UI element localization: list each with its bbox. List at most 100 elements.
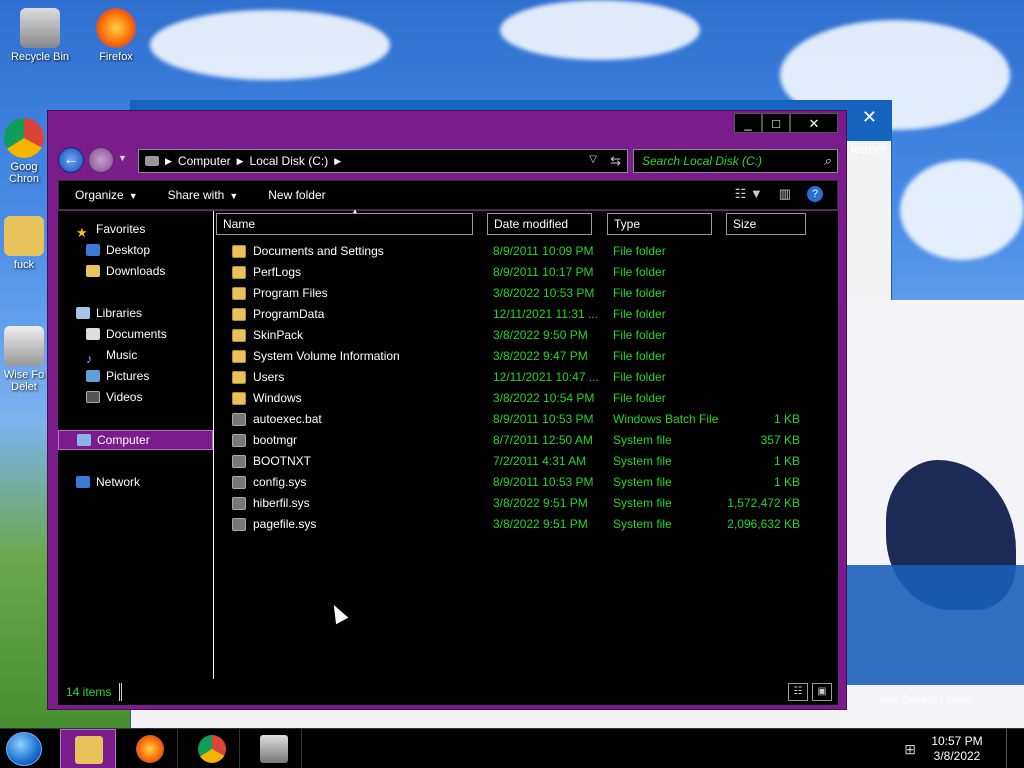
background-window-title: leaner [850,141,887,156]
file-name: hiberfil.sys [253,496,310,510]
nav-label: Downloads [106,264,166,278]
desktop-icon-firefox[interactable]: Firefox [84,8,148,63]
desktop-icon-label: Goog Chron [9,161,39,185]
close-icon[interactable]: ✕ [862,107,877,128]
organize-button[interactable]: Organize ▼ [75,188,138,202]
table-row[interactable]: PerfLogs 8/9/2011 10:17 PM File folder [216,262,838,283]
nav-pictures[interactable]: Pictures [86,366,149,386]
start-button[interactable] [6,732,42,766]
nav-downloads[interactable]: Downloads [86,261,165,281]
taskbar-chrome[interactable] [184,729,240,768]
nav-music[interactable]: ♪ Music [86,345,138,366]
desktop-icon-label: Firefox [99,51,133,63]
navigation-pane[interactable]: ★ Favorites Desktop Downloads Libraries D… [58,211,214,679]
large-icons-view-icon[interactable]: ▣ [812,683,832,701]
file-list[interactable]: ▲ Name Date modified Type Size Documents… [216,207,838,679]
file-name: config.sys [253,475,307,489]
table-row[interactable]: Windows 3/8/2022 10:54 PM File folder [216,388,838,409]
breadcrumb-arrow-icon[interactable]: ▶ [334,156,341,167]
nav-videos[interactable]: Videos [86,387,142,407]
taskbar-firefox[interactable] [122,729,178,768]
nav-label: Music [106,348,138,362]
search-box[interactable]: ⌕ [633,149,838,173]
table-row[interactable]: pagefile.sys 3/8/2022 9:51 PM System file 2… [216,514,838,535]
breadcrumb-arrow-icon[interactable]: ▶ [165,156,172,167]
minimize-button[interactable]: _ [734,113,762,133]
file-name: autoexec.bat [253,412,322,426]
file-name: PerfLogs [253,265,302,279]
recycle-icon [260,735,288,763]
desktop-icon-recycle-bin[interactable]: Recycle Bin [8,8,72,63]
table-row[interactable]: System Volume Information 3/8/2022 9:47 P… [216,346,838,367]
cloud [150,10,390,80]
nav-favorites[interactable]: ★ Favorites [76,219,145,240]
close-button[interactable]: ✕ [790,113,838,133]
details-view-icon[interactable]: ☷ [788,683,808,701]
file-icon [232,455,246,468]
folder-icon [232,266,246,279]
table-row[interactable]: bootmgr 8/7/2011 12:50 AM System file 357 K… [216,430,838,451]
preview-pane-icon[interactable]: ▥ [779,186,791,202]
forward-button[interactable] [88,147,114,173]
recycle-bin-icon [20,8,60,48]
table-row[interactable]: BOOTNXT 7/2/2011 4:31 AM System file 1 KB [216,451,838,472]
file-name: System Volume Information [253,349,400,363]
nav-network[interactable]: Network [76,472,140,492]
breadcrumb-local-disk[interactable]: Local Disk (C:) [250,154,329,168]
column-header-name[interactable]: Name [216,213,473,235]
network-tray-icon[interactable]: ⊞ [904,741,916,758]
nav-libraries[interactable]: Libraries [76,303,142,323]
change-view-icon[interactable]: ☷ ▼ [735,186,763,202]
music-icon: ♪ [86,351,93,366]
desktop-icon-chrome[interactable]: Goog Chron [0,118,48,185]
table-row[interactable]: SkinPack 3/8/2022 9:50 PM File folder [216,325,838,346]
table-row[interactable]: autoexec.bat 8/9/2011 10:53 PM Windows Bat… [216,409,838,430]
table-row[interactable]: Users 12/11/2021 10:47 ... File folder [216,367,838,388]
refresh-icon[interactable]: ⇆ [610,153,621,169]
address-bar[interactable]: ▶ Computer ▶ Local Disk (C:) ▶ ▽ ⇆ [138,149,628,173]
content-area: ★ Favorites Desktop Downloads Libraries D… [58,207,838,679]
share-with-button[interactable]: Share with ▼ [168,188,239,202]
breadcrumb-computer[interactable]: Computer [178,154,231,168]
taskbar-explorer[interactable] [60,729,116,768]
address-dropdown-icon[interactable]: ▽ [589,154,597,165]
show-desktop-button[interactable] [1006,729,1024,768]
table-row[interactable]: Program Files 3/8/2022 10:53 PM File folde… [216,283,838,304]
recent-pages-dropdown[interactable]: ▼ [118,153,127,163]
column-header-size[interactable]: Size [726,213,806,235]
file-type: File folder [613,244,666,258]
nav-desktop[interactable]: Desktop [86,240,150,260]
search-icon[interactable]: ⌕ [824,153,831,169]
clock[interactable]: 10:57 PM 3/8/2022 [922,734,992,764]
new-folder-button[interactable]: New folder [268,188,325,202]
file-size: 2,096,632 KB [727,517,800,531]
desktop-icon-wise-force-deleter[interactable]: Wise Fo Delet [0,326,48,393]
search-input[interactable] [642,154,812,168]
file-date: 12/11/2021 11:31 ... [493,307,598,321]
table-row[interactable]: config.sys 8/9/2011 10:53 PM System file 1 … [216,472,838,493]
table-row[interactable]: ProgramData 12/11/2021 11:31 ... File fold… [216,304,838,325]
file-date: 3/8/2022 9:51 PM [493,496,588,510]
breadcrumb-arrow-icon[interactable]: ▶ [237,156,244,167]
taskbar-recycle[interactable] [246,729,302,768]
explorer-window[interactable]: _ □ ✕ ← ▼ ▶ Computer ▶ Local Disk (C:) ▶… [47,110,847,710]
maximize-button[interactable]: □ [762,113,790,133]
pictures-icon [86,370,100,382]
file-icon [232,476,246,489]
desktop-icon-folder[interactable]: fuck [0,216,48,271]
column-header-type[interactable]: Type [607,213,712,235]
table-row[interactable]: hiberfil.sys 3/8/2022 9:51 PM System file 1… [216,493,838,514]
folder-icon [232,392,246,405]
explorer-icon [75,736,103,764]
nav-documents[interactable]: Documents [86,324,167,344]
file-name: Documents and Settings [253,244,384,258]
desktop-icon-label: fuck [13,259,35,271]
cloud [900,160,1024,260]
table-row[interactable]: Documents and Settings 8/9/2011 10:09 PM F… [216,241,838,262]
file-name: Program Files [253,286,328,300]
nav-computer[interactable]: Computer [58,430,213,450]
column-header-date[interactable]: Date modified [487,213,592,235]
help-icon[interactable]: ? [807,186,823,202]
back-button[interactable]: ← [58,147,84,173]
file-date: 3/8/2022 9:50 PM [493,328,588,342]
